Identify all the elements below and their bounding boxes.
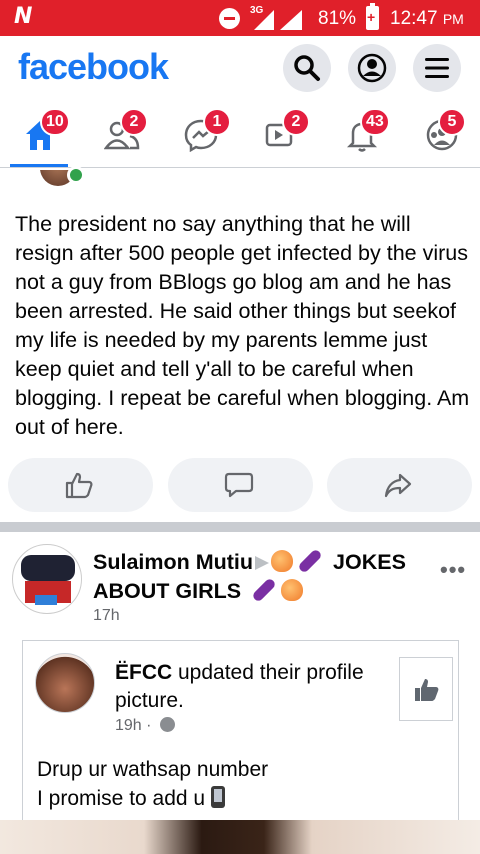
top-header: facebook xyxy=(0,36,480,98)
like-button[interactable] xyxy=(8,458,153,512)
share-button[interactable] xyxy=(327,458,472,512)
active-tab-indicator xyxy=(10,164,68,167)
peach-emoji-icon xyxy=(281,579,304,601)
shared-post-body: Drup ur wathsap number I promise to add … xyxy=(37,755,268,813)
profile-icon xyxy=(357,53,387,83)
signal-icon xyxy=(254,10,302,30)
home-badge: 10 xyxy=(40,108,70,136)
tab-bar: 10 2 1 2 43 5 xyxy=(0,98,480,168)
do-not-disturb-icon xyxy=(219,8,240,29)
battery-icon xyxy=(366,3,379,30)
tab-groups[interactable]: 5 xyxy=(418,108,466,156)
shared-to-arrow-icon xyxy=(255,556,270,571)
group-name-part1[interactable]: JOKES xyxy=(333,550,406,574)
profile-button[interactable] xyxy=(348,44,396,92)
tab-notifications[interactable]: 43 xyxy=(338,108,390,156)
meta-separator: · xyxy=(146,717,152,734)
clock: 12:47 PM xyxy=(390,8,464,30)
shared-page-name[interactable]: ËFCC xyxy=(115,661,172,684)
notifications-badge: 43 xyxy=(360,108,390,136)
shared-page-avatar[interactable] xyxy=(35,653,95,713)
shared-post-meta: 19h · xyxy=(115,717,175,735)
watch-badge: 2 xyxy=(282,108,310,136)
more-options-icon[interactable]: ••• xyxy=(440,557,466,583)
shared-post-title: ËFCC updated their profile picture. xyxy=(115,659,405,715)
shared-photo[interactable] xyxy=(0,820,480,854)
tab-watch[interactable]: 2 xyxy=(258,108,310,156)
friends-badge: 2 xyxy=(120,108,148,136)
comment-icon xyxy=(224,472,254,498)
like-icon xyxy=(65,472,93,499)
mobile-phone-emoji-icon xyxy=(211,786,226,808)
eggplant-emoji-icon xyxy=(297,548,323,574)
clock-time: 12:47 xyxy=(390,8,438,29)
battery-percent: 81% xyxy=(318,8,357,29)
app-logo-icon: N xyxy=(14,4,33,29)
shared-timestamp[interactable]: 19h xyxy=(115,717,142,734)
shared-post-card[interactable]: ËFCC updated their profile picture. 19h … xyxy=(22,640,459,830)
clock-ampm: PM xyxy=(442,11,464,27)
post-timestamp[interactable]: 17h xyxy=(93,607,120,625)
tab-messenger[interactable]: 1 xyxy=(177,108,231,156)
facebook-logo[interactable]: facebook xyxy=(18,46,169,88)
globe-icon xyxy=(159,717,175,732)
tab-friends[interactable]: 2 xyxy=(98,108,148,156)
search-icon xyxy=(294,55,320,81)
group-name-part2[interactable]: ABOUT GIRLS xyxy=(93,579,241,603)
groups-badge: 5 xyxy=(438,108,466,136)
online-status-dot xyxy=(67,166,85,184)
shared-body-line1: Drup ur wathsap number xyxy=(37,758,269,781)
menu-icon xyxy=(425,58,449,78)
search-button[interactable] xyxy=(283,44,331,92)
tab-home[interactable]: 10 xyxy=(16,108,70,156)
post-body-text: The president no say anything that he wi… xyxy=(15,212,470,439)
comment-button[interactable] xyxy=(168,458,313,512)
post-author-avatar[interactable] xyxy=(12,544,82,614)
share-icon xyxy=(384,473,412,498)
peach-emoji-icon xyxy=(271,550,294,572)
thumbs-up-icon xyxy=(415,679,439,701)
menu-button[interactable] xyxy=(413,44,461,92)
post-header: Sulaimon Mutiu JOKES ABOUT GIRLS xyxy=(93,548,433,606)
shared-body-line2: I promise to add u xyxy=(37,787,206,810)
messenger-badge: 1 xyxy=(203,108,231,136)
author-name[interactable]: Sulaimon Mutiu xyxy=(93,550,253,574)
status-bar: N 3G 81% 12:47 PM xyxy=(0,0,480,36)
eggplant-emoji-icon xyxy=(251,577,277,603)
like-page-button[interactable] xyxy=(399,657,453,721)
post-divider xyxy=(0,522,480,532)
